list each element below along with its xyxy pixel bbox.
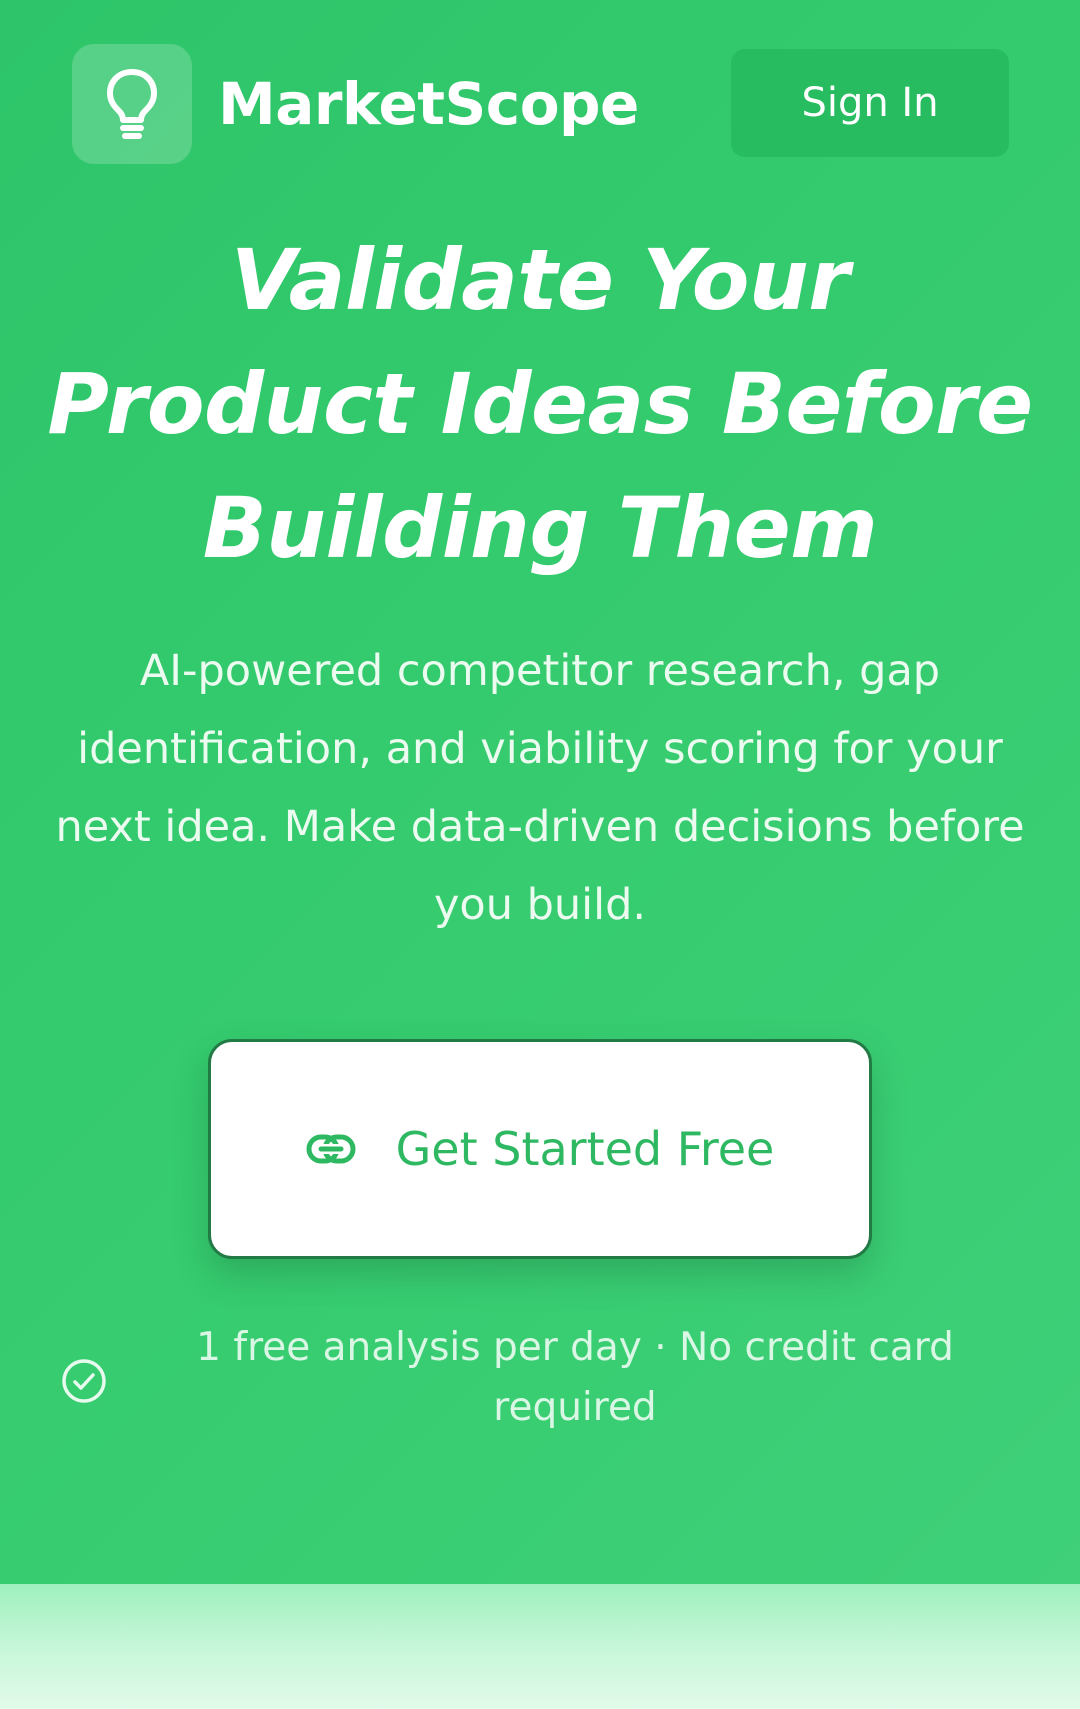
check-circle-icon: [62, 1359, 106, 1403]
next-section-preview: [0, 1584, 1080, 1709]
get-started-label: Get Started Free: [395, 1122, 775, 1176]
free-analysis-note: 1 free analysis per day · No credit card…: [196, 1325, 954, 1430]
lightbulb-icon: [107, 69, 157, 139]
logo[interactable]: [72, 44, 192, 164]
get-started-button[interactable]: Get Started Free: [208, 1039, 872, 1259]
hero-subtext: AI-powered competitor research, gap iden…: [55, 646, 1025, 930]
hero-headline: Validate Your Product Ideas Before Build…: [47, 231, 1033, 577]
brand-name[interactable]: MarketScope: [218, 66, 639, 142]
hero-section: MarketScope Sign In Validate Your Produc…: [0, 0, 1080, 1584]
link-icon: [306, 1134, 356, 1164]
sign-in-button[interactable]: Sign In: [731, 49, 1009, 157]
